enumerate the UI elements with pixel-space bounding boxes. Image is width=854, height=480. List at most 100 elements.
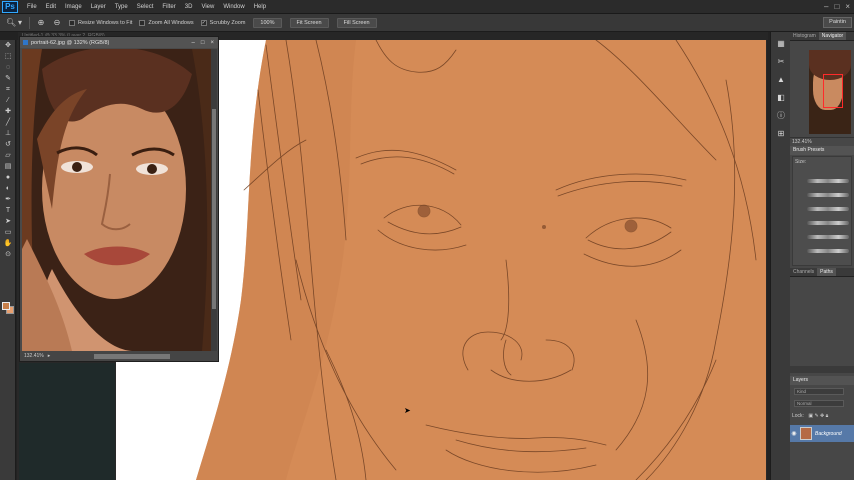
scrubby-zoom-checkbox[interactable]: ✓ Scrubby Zoom — [200, 19, 245, 26]
reference-vertical-scroll-thumb[interactable] — [212, 109, 216, 309]
zoom-100-button[interactable]: 100% — [253, 17, 282, 28]
reference-window-titlebar[interactable]: portrait-62.jpg @ 132% (RGB/8) – □ × — [20, 37, 218, 48]
history-brush-icon[interactable]: ↺ — [2, 140, 14, 150]
menu-filter[interactable]: Filter — [162, 4, 175, 10]
adjustments-icon[interactable]: ◧ — [774, 92, 788, 104]
fill-screen-button[interactable]: Fill Screen — [336, 17, 377, 28]
lock-icon[interactable]: ▣ ✎ ✥ 🔒︎ — [808, 413, 828, 419]
status-arrow-icon[interactable]: ▸ — [48, 353, 51, 359]
layer-kind-filter[interactable]: Kind — [794, 388, 844, 395]
foreground-color-swatch[interactable] — [2, 302, 10, 310]
reference-close-button[interactable]: × — [210, 40, 214, 46]
shape-icon[interactable]: ▭ — [2, 228, 14, 238]
blend-mode-select[interactable]: Normal — [794, 400, 844, 407]
reference-window-controls: – □ × — [192, 40, 214, 46]
menu-type[interactable]: Type — [115, 4, 128, 10]
resize-windows-checkbox[interactable]: Resize Windows to Fit — [69, 19, 132, 26]
layer-name[interactable]: Background — [815, 431, 842, 437]
checkbox-box[interactable] — [69, 19, 75, 26]
zoom-tool-icon[interactable]: 🔍︎ — [6, 18, 16, 28]
document-icon — [23, 40, 28, 45]
menu-view[interactable]: View — [201, 4, 214, 10]
reference-vertical-scrollbar[interactable] — [211, 49, 217, 351]
tab-paths[interactable]: Paths — [817, 268, 836, 276]
menu-layer[interactable]: Layer — [91, 4, 106, 10]
brush-stroke-preview[interactable] — [807, 249, 849, 253]
brush-icon[interactable]: ╱ — [2, 118, 14, 128]
history-panel-icon[interactable]: ▦ — [774, 38, 788, 50]
workspace-switcher[interactable]: Paintin — [823, 17, 852, 28]
menu-window[interactable]: Window — [223, 4, 244, 10]
tab-navigator[interactable]: Navigator — [818, 32, 847, 40]
menu-select[interactable]: Select — [137, 4, 154, 10]
menu-bar: Ps File Edit Image Layer Type Select Fil… — [0, 0, 854, 14]
hand-icon[interactable]: ✋ — [2, 239, 14, 249]
menu-image[interactable]: Image — [65, 4, 82, 10]
tab-channels[interactable]: Channels — [790, 268, 817, 276]
zoom-out-icon[interactable]: ⊖ — [52, 18, 62, 28]
eyedropper-icon[interactable]: ⁄ — [2, 96, 14, 106]
info-panel-icon[interactable]: ⓘ — [774, 110, 788, 122]
marquee-icon[interactable]: ⬚ — [2, 52, 14, 62]
checkbox-checked-icon[interactable]: ✓ — [200, 19, 207, 26]
tab-layers[interactable]: Layers — [793, 377, 808, 383]
path-select-icon[interactable]: ➤ — [2, 217, 14, 227]
crop-icon[interactable]: ⌗ — [2, 85, 14, 95]
reference-maximize-button[interactable]: □ — [201, 40, 205, 46]
brush-stroke-preview[interactable] — [807, 179, 849, 183]
menu-help[interactable]: Help — [254, 4, 266, 10]
reference-image-window[interactable]: portrait-62.jpg @ 132% (RGB/8) – □ × 132… — [19, 36, 219, 362]
type-icon[interactable]: T — [2, 206, 14, 216]
brush-stroke-preview[interactable] — [807, 193, 849, 197]
eraser-icon[interactable]: ▱ — [2, 151, 14, 161]
menu-file[interactable]: File — [27, 4, 37, 10]
clone-stamp-icon[interactable]: ⊥ — [2, 129, 14, 139]
gradient-icon[interactable]: ▤ — [2, 162, 14, 172]
reference-minimize-button[interactable]: – — [192, 40, 195, 46]
fit-screen-button[interactable]: Fit Screen — [289, 17, 329, 28]
menu-edit[interactable]: Edit — [46, 4, 56, 10]
zoom-in-icon[interactable]: ⊕ — [36, 18, 46, 28]
zoom-tool-arrow-icon[interactable]: ▾ — [17, 18, 23, 28]
blur-icon[interactable]: ● — [2, 173, 14, 183]
maximize-button[interactable]: □ — [834, 2, 839, 11]
healing-icon[interactable]: ✚ — [2, 107, 14, 117]
layers-panel-header[interactable]: Layers — [790, 376, 854, 385]
tools-preset-icon[interactable]: ✂ — [774, 56, 788, 68]
pen-icon[interactable]: ✒ — [2, 195, 14, 205]
brush-presets-header[interactable]: Brush Presets — [790, 146, 854, 155]
zoom-icon[interactable]: ⊙ — [2, 250, 14, 260]
move-icon[interactable]: ✥ — [2, 41, 14, 51]
visibility-eye-icon[interactable]: ◉ — [790, 430, 798, 437]
navigator-zoom-value[interactable]: 132.41% — [792, 139, 812, 145]
quick-select-icon[interactable]: ✎ — [2, 74, 14, 84]
navigator-tab-bar: Histogram Navigator — [790, 32, 854, 41]
brush-presets-list[interactable]: Size: — [792, 156, 852, 266]
checkbox-box[interactable] — [139, 19, 146, 26]
brush-presets-tab[interactable]: Brush Presets — [793, 147, 824, 153]
navigator-thumbnail[interactable] — [809, 50, 851, 134]
properties-panel-icon[interactable]: ⊞ — [774, 128, 788, 140]
minimize-button[interactable]: – — [824, 2, 828, 11]
brush-panel-icon[interactable]: ▲ — [774, 74, 788, 86]
brush-stroke-preview[interactable] — [807, 235, 849, 239]
reference-zoom-level[interactable]: 132.41% — [24, 353, 44, 359]
zoom-all-windows-label: Zoom All Windows — [148, 19, 194, 26]
photoshop-logo: Ps — [2, 0, 18, 13]
layer-row-selected[interactable]: ◉ Background — [790, 425, 854, 442]
brush-size-label: Size: — [795, 159, 807, 165]
panel-footer-buttons — [790, 366, 854, 373]
reference-status-bar: 132.41% ▸ — [20, 351, 218, 361]
dodge-icon[interactable]: ◐ — [2, 184, 14, 194]
zoom-all-windows-checkbox[interactable]: Zoom All Windows — [139, 19, 194, 26]
lasso-icon[interactable]: ◌ — [2, 63, 14, 73]
close-button[interactable]: × — [845, 2, 850, 11]
menu-3d[interactable]: 3D — [185, 4, 193, 10]
tab-histogram[interactable]: Histogram — [790, 32, 819, 40]
navigator-view-box[interactable] — [823, 74, 843, 108]
brush-stroke-preview[interactable] — [807, 221, 849, 225]
reference-window-title: portrait-62.jpg @ 132% (RGB/8) — [31, 39, 110, 46]
brush-stroke-preview[interactable] — [807, 207, 849, 211]
mouse-cursor-icon: ➤ — [404, 406, 411, 415]
reference-horizontal-scroll-thumb[interactable] — [94, 354, 170, 359]
